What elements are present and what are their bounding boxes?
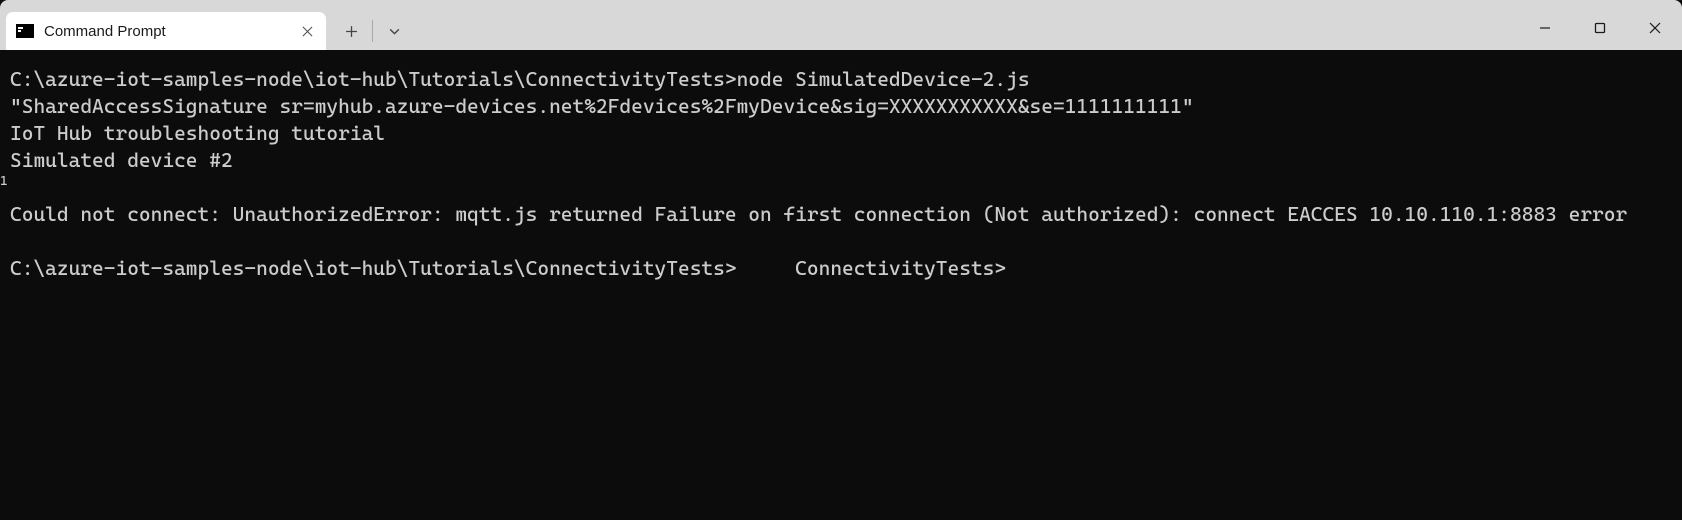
close-icon: [1649, 22, 1661, 34]
close-window-button[interactable]: [1627, 6, 1682, 50]
terminal-line: [10, 174, 1672, 201]
cmd-icon: [16, 24, 34, 38]
minimize-button[interactable]: [1517, 6, 1572, 50]
title-bar: Command Prompt: [0, 0, 1682, 50]
new-tab-button[interactable]: [332, 12, 370, 50]
terminal-line: "SharedAccessSignature sr=myhub.azure-de…: [10, 93, 1672, 120]
close-icon: [302, 26, 313, 37]
terminal-body[interactable]: 1 C:\azure-iot-samples-node\iot-hub\Tuto…: [0, 50, 1682, 520]
tab-command-prompt[interactable]: Command Prompt: [6, 12, 326, 50]
plus-icon: [345, 25, 358, 38]
terminal-line: Could not connect: UnauthorizedError: mq…: [10, 201, 1672, 228]
tab-divider: [372, 20, 373, 42]
terminal-line: C:\azure-iot-samples-node\iot-hub\Tutori…: [10, 255, 1672, 282]
terminal-line: C:\azure-iot-samples-node\iot-hub\Tutori…: [10, 66, 1672, 93]
tab-actions: [326, 12, 413, 50]
maximize-button[interactable]: [1572, 6, 1627, 50]
tab-close-button[interactable]: [298, 22, 316, 40]
window-controls: [1517, 6, 1682, 50]
chevron-down-icon: [388, 25, 401, 38]
tab-title: Command Prompt: [44, 23, 288, 40]
terminal-line: IoT Hub troubleshooting tutorial: [10, 120, 1672, 147]
maximize-icon: [1594, 22, 1606, 34]
terminal-line: [10, 228, 1672, 255]
minimize-icon: [1539, 22, 1551, 34]
terminal-line: Simulated device #2: [10, 147, 1672, 174]
tab-strip: Command Prompt: [0, 6, 413, 50]
tab-dropdown-button[interactable]: [375, 12, 413, 50]
page-indicator: 1: [0, 168, 8, 195]
